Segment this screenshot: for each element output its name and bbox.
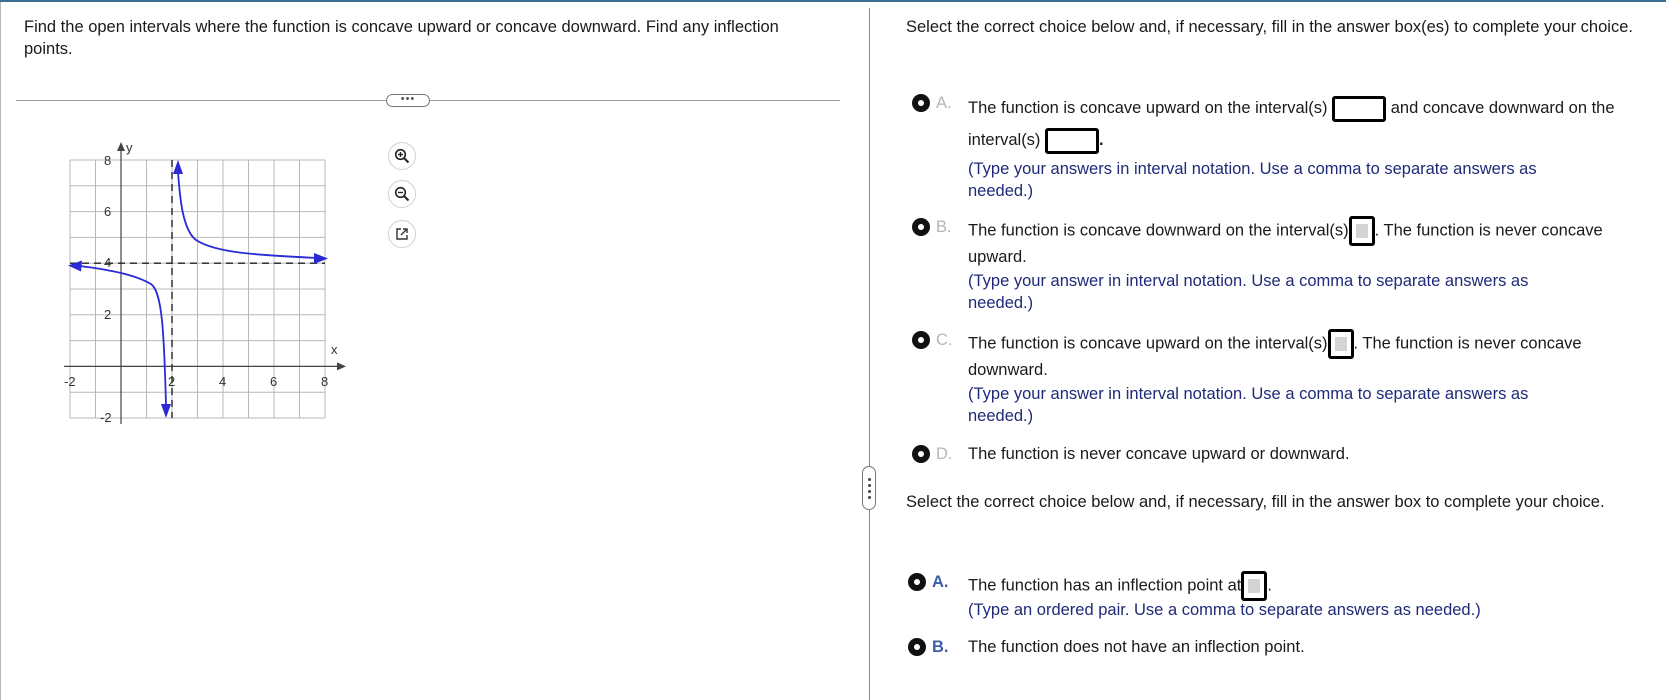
- radio-button[interactable]: [912, 218, 930, 236]
- choice-letter: B.: [932, 638, 949, 656]
- choice-text: The function does not have an inflection…: [968, 638, 1305, 656]
- inflection-point-answer-box[interactable]: [1241, 571, 1268, 601]
- choice-hint: (Type your answer in interval notation. …: [968, 385, 1529, 425]
- radio-button[interactable]: [908, 573, 926, 591]
- choice-letter: C.: [936, 331, 953, 349]
- choice-letter: B.: [936, 218, 952, 236]
- curve-arrow-down: [161, 404, 171, 418]
- concave-up-answer-box[interactable]: [1327, 329, 1354, 359]
- curve-arrow-up: [173, 160, 183, 174]
- x-tick-label: 6: [270, 374, 277, 389]
- part1-choice-d[interactable]: D. The function is never concave upward …: [912, 443, 1632, 467]
- choice-hint: (Type an ordered pair. Use a comma to se…: [968, 601, 1481, 619]
- external-link-icon: [396, 228, 408, 240]
- more-options-button[interactable]: •••: [386, 94, 430, 107]
- radio-button[interactable]: [912, 94, 930, 112]
- choice-text: The function is concave upward on the in…: [968, 334, 1328, 353]
- choice-hint: (Type your answers in interval notation.…: [968, 160, 1537, 200]
- zoom-in-button[interactable]: [388, 142, 416, 170]
- choice-text: The function is concave upward on the in…: [968, 99, 1328, 117]
- x-tick-label: 8: [321, 374, 328, 389]
- choice-text: .: [1099, 131, 1104, 149]
- popout-button[interactable]: [388, 220, 416, 248]
- part2-prompt: Select the correct choice below and, if …: [906, 493, 1605, 511]
- part1-prompt: Select the correct choice below and, if …: [906, 18, 1633, 36]
- x-axis-arrow: [337, 362, 346, 371]
- concave-down-answer-box[interactable]: [1348, 216, 1375, 246]
- zoom-out-button[interactable]: [388, 180, 416, 208]
- choice-letter: A.: [936, 94, 952, 112]
- curve-left-branch: [79, 265, 167, 406]
- part2-choice-b[interactable]: B. The function does not have an inflect…: [908, 636, 1628, 660]
- choice-letter: D.: [936, 445, 953, 463]
- y-tick-label: 2: [104, 307, 111, 322]
- choice-text: The function has an inflection point at: [968, 576, 1242, 595]
- part1-choice-a[interactable]: A. The function is concave upward on the…: [912, 92, 1632, 204]
- choice-text: .: [1267, 576, 1272, 595]
- pane-divider: [869, 8, 870, 700]
- part1-choice-c[interactable]: C. The function is concave upward on the…: [912, 329, 1632, 429]
- zoom-out-icon: [394, 186, 410, 202]
- pane-resize-handle[interactable]: [862, 466, 876, 510]
- concave-up-answer-box[interactable]: [1332, 95, 1387, 122]
- x-axis-label: x: [331, 342, 338, 357]
- y-axis-label: y: [126, 140, 133, 155]
- radio-button[interactable]: [912, 331, 930, 349]
- radio-button[interactable]: [908, 638, 926, 656]
- radio-button[interactable]: [912, 445, 930, 463]
- curve-arrow-right: [314, 253, 328, 264]
- part2-choice-a[interactable]: A. The function has an inflection point …: [908, 571, 1628, 627]
- choice-hint: (Type your answer in interval notation. …: [968, 272, 1529, 312]
- y-axis-arrow: [117, 142, 125, 151]
- choice-text: The function is never concave upward or …: [968, 445, 1350, 463]
- graph-grid: [69, 159, 326, 419]
- question-text: Find the open intervals where the functi…: [24, 18, 779, 58]
- y-tick-label: 6: [104, 204, 111, 219]
- choice-letter: A.: [932, 573, 949, 591]
- concave-down-answer-box[interactable]: [1045, 127, 1100, 154]
- zoom-in-icon: [394, 148, 410, 164]
- y-tick-label: -2: [100, 410, 112, 425]
- x-tick-label: -2: [64, 374, 76, 389]
- part1-choice-b[interactable]: B. The function is concave downward on t…: [912, 216, 1632, 316]
- y-tick-label: 8: [104, 153, 111, 168]
- choice-text: The function is concave downward on the …: [968, 221, 1349, 240]
- function-graph: y x -2 2 4 6 8 8 6 4 2 -2: [64, 140, 346, 425]
- x-tick-label: 4: [219, 374, 226, 389]
